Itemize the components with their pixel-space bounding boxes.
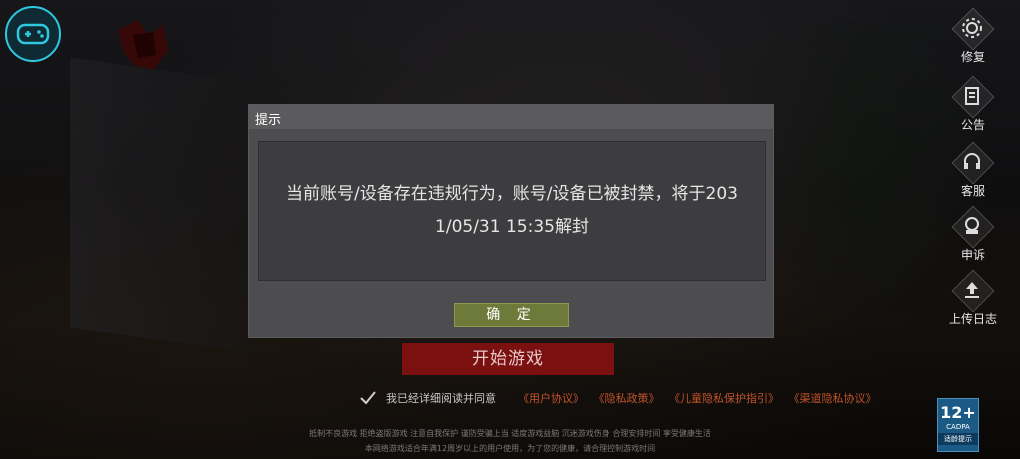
dialog-title: 提示 [255,113,282,128]
dialog-message-line: 当前账号/设备存在违规行为，账号/设备已被封禁，将于203 [286,184,738,204]
ban-notice-dialog: 提示 当前账号/设备存在违规行为，账号/设备已被封禁，将于203 1/05/31… [248,104,774,338]
side-item-support[interactable]: 客服 [932,141,1014,206]
start-game-button[interactable]: 开始游戏 [402,343,614,375]
channel-privacy-link[interactable]: 《渠道隐私协议》 [789,392,877,405]
upload-icon [965,282,979,298]
dialog-body: 当前账号/设备存在违规行为，账号/设备已被封禁，将于203 1/05/31 15… [258,141,766,281]
side-item-label: 申诉 [960,248,985,262]
agreement-links: 《用户协议》 《隐私政策》 《儿童隐私保护指引》 《渠道隐私协议》 [518,390,883,406]
agreement-text: 我已经详细阅读并同意 [386,392,496,405]
side-item-notice[interactable]: 公告 [932,75,1014,140]
headset-icon [964,153,980,169]
gamepad-icon [16,23,50,45]
age-notice-line: 本网络游戏适合年满12周岁以上的用户使用，为了您的健康，请合理控制游戏时间 [364,444,656,453]
dialog-message-line: 1/05/31 15:35解封 [435,217,589,237]
health-notice-line: 抵制不良游戏 拒绝盗版游戏 注意自我保护 谨防受骗上当 适度游戏益脑 沉迷游戏伤… [309,429,711,438]
gamepad-button[interactable] [5,6,61,62]
side-item-repair[interactable]: 修复 [932,7,1014,72]
gear-icon [962,18,982,38]
side-item-appeal[interactable]: 申诉 [932,205,1014,270]
checkmark-icon[interactable] [358,388,378,408]
age-rating-badge: 12+ CADPA 适龄提示 [937,398,979,452]
dialog-header: 提示 [249,105,773,129]
appeal-icon [965,217,979,234]
side-item-label: 修复 [960,50,985,64]
side-item-label: 上传日志 [948,312,997,326]
privacy-policy-link[interactable]: 《隐私政策》 [594,392,660,405]
side-item-label: 客服 [960,184,985,198]
notice-icon [965,87,979,105]
user-agreement-link[interactable]: 《用户协议》 [518,392,584,405]
confirm-button[interactable]: 确 定 [454,303,569,327]
side-item-upload-log[interactable]: 上传日志 [932,269,1014,334]
age-rating-note: 适龄提示 [938,433,978,445]
age-rating-org: CADPA [946,423,970,431]
dialog-message: 当前账号/设备存在违规行为，账号/设备已被封禁，将于203 1/05/31 15… [259,178,765,244]
child-privacy-link[interactable]: 《儿童隐私保护指引》 [669,392,779,405]
age-rating-number: 12+ [940,403,976,422]
side-item-label: 公告 [960,118,985,132]
